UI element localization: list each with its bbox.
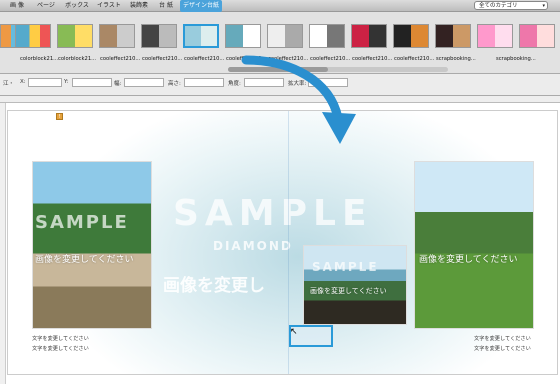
background-sample-watermark: SAMPLE: [173, 193, 373, 234]
pointer-cursor-icon: ↖: [290, 327, 298, 337]
category-value: 全てのカテゴリ: [479, 3, 518, 9]
tab-design-mounts[interactable]: デザイン台紙: [180, 0, 222, 12]
tab-illustrations[interactable]: イラスト: [94, 0, 124, 12]
tab-decorations[interactable]: 装飾素: [126, 0, 152, 12]
horizontal-ruler: [0, 96, 560, 103]
photo-frame-left[interactable]: SAMPLE 画像を変更してください: [32, 161, 152, 329]
width-field[interactable]: [124, 78, 164, 87]
background-diamond-text: DIAMOND: [213, 239, 293, 253]
angle-label: 角度:: [228, 81, 241, 87]
tab-mounts[interactable]: 台 紙: [154, 0, 178, 12]
background-change-prompt: 画像を変更し: [163, 276, 265, 296]
tab-images[interactable]: 画 像: [6, 0, 28, 12]
photo-change-prompt: 画像を変更してください: [35, 255, 134, 265]
x-label: X:: [20, 79, 26, 85]
tab-bar: 画 像 ページ ボックス イラスト 装飾素 台 紙 デザイン台紙 全てのカテゴリ…: [0, 0, 560, 12]
template-thumb[interactable]: [141, 24, 177, 48]
width-label: 幅:: [114, 81, 122, 87]
thumb-label: cooleffect210...: [100, 56, 141, 62]
thumb-label: cooleffect210...: [142, 56, 183, 62]
template-thumb[interactable]: [309, 24, 345, 48]
template-thumb[interactable]: [267, 24, 303, 48]
template-strip: colorblock21... colorblock21... cooleffe…: [0, 12, 560, 74]
canvas-area: SAMPLE DIAMOND ! SAMPLE 画像を変更してください SAMP…: [0, 96, 560, 384]
thumb-label: cooleffect210...: [226, 56, 267, 62]
y-label: Y:: [64, 79, 69, 85]
angle-field[interactable]: [244, 78, 284, 87]
zoom-label: 拡大率:: [288, 81, 307, 87]
photo-sample-watermark: SAMPLE: [312, 260, 379, 274]
height-field[interactable]: [184, 78, 224, 87]
template-thumb[interactable]: [519, 24, 555, 48]
template-thumb[interactable]: [57, 24, 93, 48]
thumb-label: scrapbooking...: [496, 56, 536, 62]
thumb-label: cooleffect210...: [268, 56, 309, 62]
chevron-down-icon: ▾: [542, 3, 545, 9]
thumb-label: cooleffect210...: [184, 56, 225, 62]
category-select[interactable]: 全てのカテゴリ ▾: [474, 1, 548, 10]
align-icon[interactable]: 江・: [3, 79, 14, 87]
thumb-label: cooleffect210...: [394, 56, 435, 62]
photo-frame-middle[interactable]: SAMPLE 画像を変更してください: [303, 245, 407, 325]
thumb-label: scrapbooking...: [436, 56, 476, 62]
x-field[interactable]: [28, 78, 62, 87]
strip-scrollbar[interactable]: [228, 67, 448, 72]
photo-change-prompt: 画像を変更してください: [419, 255, 518, 265]
photo-sample-watermark: SAMPLE: [35, 212, 129, 233]
template-thumb[interactable]: [393, 24, 429, 48]
vertical-ruler: [0, 103, 6, 384]
page-marker-icon: !: [56, 113, 63, 120]
template-thumb-selected[interactable]: [183, 24, 219, 48]
template-thumb[interactable]: [225, 24, 261, 48]
y-field[interactable]: [72, 78, 112, 87]
template-thumb[interactable]: [15, 24, 51, 48]
photo-change-prompt: 画像を変更してください: [310, 287, 387, 295]
property-bar: 江・ X: Y: 幅: 高さ: 角度: 拡大率:: [0, 74, 560, 96]
thumb-label: cooleffect210...: [310, 56, 351, 62]
zoom-field[interactable]: [308, 78, 348, 87]
caption-right-2[interactable]: 文字を変更してください: [474, 345, 531, 352]
design-page[interactable]: SAMPLE DIAMOND ! SAMPLE 画像を変更してください SAMP…: [7, 110, 558, 375]
template-thumb[interactable]: [99, 24, 135, 48]
template-thumb[interactable]: [477, 24, 513, 48]
thumb-label: cooleffect210...: [352, 56, 393, 62]
strip-scroll-knob[interactable]: [228, 67, 328, 72]
caption-left-1[interactable]: 文字を変更してください: [32, 335, 89, 342]
height-label: 高さ:: [168, 81, 181, 87]
template-thumb[interactable]: [351, 24, 387, 48]
template-thumb[interactable]: [435, 24, 471, 48]
thumb-label: colorblock21...: [58, 56, 97, 62]
tab-pages[interactable]: ページ: [32, 0, 60, 12]
caption-right-1[interactable]: 文字を変更してください: [474, 335, 531, 342]
photo-frame-right[interactable]: 画像を変更してください: [414, 161, 534, 329]
caption-left-2[interactable]: 文字を変更してください: [32, 345, 89, 352]
tab-boxes[interactable]: ボックス: [62, 0, 92, 12]
thumb-label: colorblock21...: [20, 56, 59, 62]
